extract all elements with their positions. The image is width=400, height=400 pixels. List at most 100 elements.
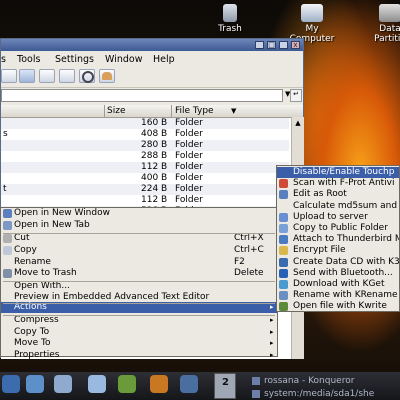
desktop-icon-data-partition[interactable]: Data Partitio — [360, 4, 400, 44]
actions-submenu-item[interactable]: Open file with Kwrite — [277, 301, 399, 312]
submenu-item-label: Open file with Kwrite — [293, 301, 387, 312]
cell-type: Folder — [175, 195, 203, 205]
minimize-button[interactable]: _ — [255, 41, 264, 49]
list-header: Size File Type ▼ — [1, 105, 303, 118]
submenu-item-label: Upload to server — [293, 211, 368, 222]
task-label: rossana - Konqueror — [264, 376, 355, 386]
context-menu-item-move-to-trash[interactable]: Move to Trash Delete — [1, 268, 277, 279]
actions-submenu-item[interactable]: Encrypt File — [277, 245, 399, 256]
action-icon — [279, 280, 288, 289]
submenu-arrow-icon: ▸ — [270, 328, 274, 336]
home-icon[interactable] — [26, 375, 44, 393]
submenu-item-label: Download with KGet — [293, 279, 385, 289]
submenu-arrow-icon: ▸ — [270, 316, 274, 324]
task-system[interactable]: system:/media/sda1/she — [252, 388, 400, 400]
find-button[interactable] — [79, 69, 95, 83]
actions-submenu-item[interactable]: Disable/Enable Touchp — [277, 167, 399, 178]
column-separator — [171, 105, 172, 117]
context-menu-item-copy-to[interactable]: Copy To ▸ — [1, 327, 277, 338]
actions-submenu-item[interactable]: Attach to Thunderbird M — [277, 234, 400, 245]
actions-submenu-item[interactable]: Send with Bluetooth... — [277, 267, 399, 279]
mail-icon[interactable] — [88, 375, 106, 393]
menu-item-label: Cut — [14, 233, 30, 243]
menu-item-shortcut: Ctrl+X — [234, 233, 264, 243]
context-menu-item-open-in-new-tab[interactable]: Open in New Tab — [1, 220, 277, 231]
actions-submenu-item[interactable]: Scan with F-Prot Antivi — [277, 178, 399, 189]
app-launcher-icon[interactable] — [2, 375, 20, 393]
menu-item-shortcut: Delete — [234, 268, 264, 278]
desktop-icon-trash[interactable]: Trash — [200, 4, 260, 34]
submenu-arrow-icon: ▸ — [270, 351, 274, 359]
action-icon — [279, 224, 288, 233]
menu-tools[interactable]: Tools — [17, 54, 40, 65]
submenu-item-label: Create Data CD with K3 — [293, 256, 400, 267]
menu-item-label: Open With... — [14, 281, 70, 291]
actions-submenu-item[interactable]: Download with KGet — [277, 279, 399, 290]
maximize-button[interactable]: □ — [267, 41, 276, 49]
context-menu-item-compress[interactable]: Compress ▸ — [1, 315, 277, 326]
context-menu-item-copy[interactable]: Copy Ctrl+C — [1, 245, 277, 256]
context-menu-item-properties[interactable]: Properties ▸ — [1, 350, 277, 361]
context-menu: Open in New Window Open in New Tab Cut Ctrl… — [0, 207, 278, 360]
submenu-item-label: Send with Bluetooth... — [293, 267, 393, 278]
sticky-button[interactable] — [279, 41, 288, 49]
action-icon — [279, 257, 288, 267]
close-button[interactable]: x — [291, 41, 300, 49]
actions-submenu-item[interactable]: Calculate md5sum and — [277, 201, 399, 212]
actions-submenu-item[interactable]: Edit as Root — [277, 189, 399, 200]
virtual-desktop-pager[interactable]: 2 — [214, 373, 236, 399]
table-row[interactable]: 288 B Folder — [1, 151, 289, 162]
context-menu-item-open-in-new-window[interactable]: Open in New Window — [1, 208, 277, 219]
users-button[interactable] — [99, 69, 115, 83]
menu-settings[interactable]: Settings — [55, 54, 94, 65]
column-size[interactable]: Size — [107, 106, 125, 116]
context-menu-item-open-with[interactable]: Open With... — [1, 281, 277, 292]
konqueror-icon[interactable] — [54, 375, 72, 393]
menu-window[interactable]: Window — [105, 54, 142, 65]
context-menu-item-cut[interactable]: Cut Ctrl+X — [1, 233, 277, 244]
table-row[interactable]: 112 B Folder — [1, 162, 289, 173]
cell-size: 224 B — [141, 184, 168, 194]
menu-go[interactable]: s — [1, 54, 6, 65]
submenu-item-label: Attach to Thunderbird M — [293, 234, 400, 245]
browser-icon[interactable] — [150, 375, 168, 393]
detail-view-button[interactable] — [39, 69, 55, 83]
actions-submenu-item[interactable]: Upload to server — [277, 211, 399, 223]
menu-item-label: Move To — [14, 338, 51, 348]
table-row[interactable]: 112 B Folder — [1, 195, 289, 206]
action-icon — [279, 291, 288, 301]
context-menu-item-move-to[interactable]: Move To ▸ — [1, 338, 277, 349]
context-menu-item-rename[interactable]: Rename F2 — [1, 257, 277, 268]
table-row[interactable]: 160 B Folder — [1, 118, 289, 129]
actions-submenu-item[interactable]: Copy to Public Folder — [277, 223, 399, 234]
menu-item-shortcut: F2 — [234, 257, 245, 267]
terminal-icon[interactable] — [180, 375, 198, 393]
actions-submenu-item[interactable]: Create Data CD with K3 — [277, 256, 400, 268]
table-row[interactable]: t 224 B Folder — [1, 184, 289, 195]
table-row[interactable]: 280 B Folder — [1, 140, 289, 151]
cell-size: 408 B — [141, 129, 168, 139]
location-input[interactable] — [1, 89, 283, 102]
menu-separator — [3, 233, 275, 234]
menu-separator — [3, 315, 275, 316]
cell-name: t — [3, 184, 7, 194]
cell-size: 112 B — [141, 162, 168, 172]
icon-view-button[interactable] — [1, 69, 17, 83]
cell-size: 112 B — [141, 195, 168, 205]
menu-help[interactable]: Help — [153, 54, 175, 65]
scroll-up-icon[interactable]: ▲ — [293, 118, 303, 128]
window-titlebar[interactable]: _ □ x — [1, 39, 303, 51]
column-file-type[interactable]: File Type — [175, 106, 214, 116]
table-row[interactable]: 400 B Folder — [1, 173, 289, 184]
tree-view-button[interactable] — [59, 69, 75, 83]
actions-submenu-item[interactable]: Rename with KRename — [277, 290, 399, 301]
task-konqueror[interactable]: rossana - Konqueror — [252, 375, 400, 387]
submenu-item-label: Encrypt File — [293, 245, 346, 256]
submenu-item-label: Disable/Enable Touchp — [293, 167, 395, 177]
trash-icon — [3, 269, 12, 278]
go-button[interactable]: ↵ — [290, 89, 302, 102]
list-view-button[interactable] — [19, 69, 35, 83]
kde-icon[interactable] — [118, 375, 136, 393]
table-row[interactable]: s 408 B Folder — [1, 129, 289, 140]
cell-type: Folder — [175, 173, 203, 183]
